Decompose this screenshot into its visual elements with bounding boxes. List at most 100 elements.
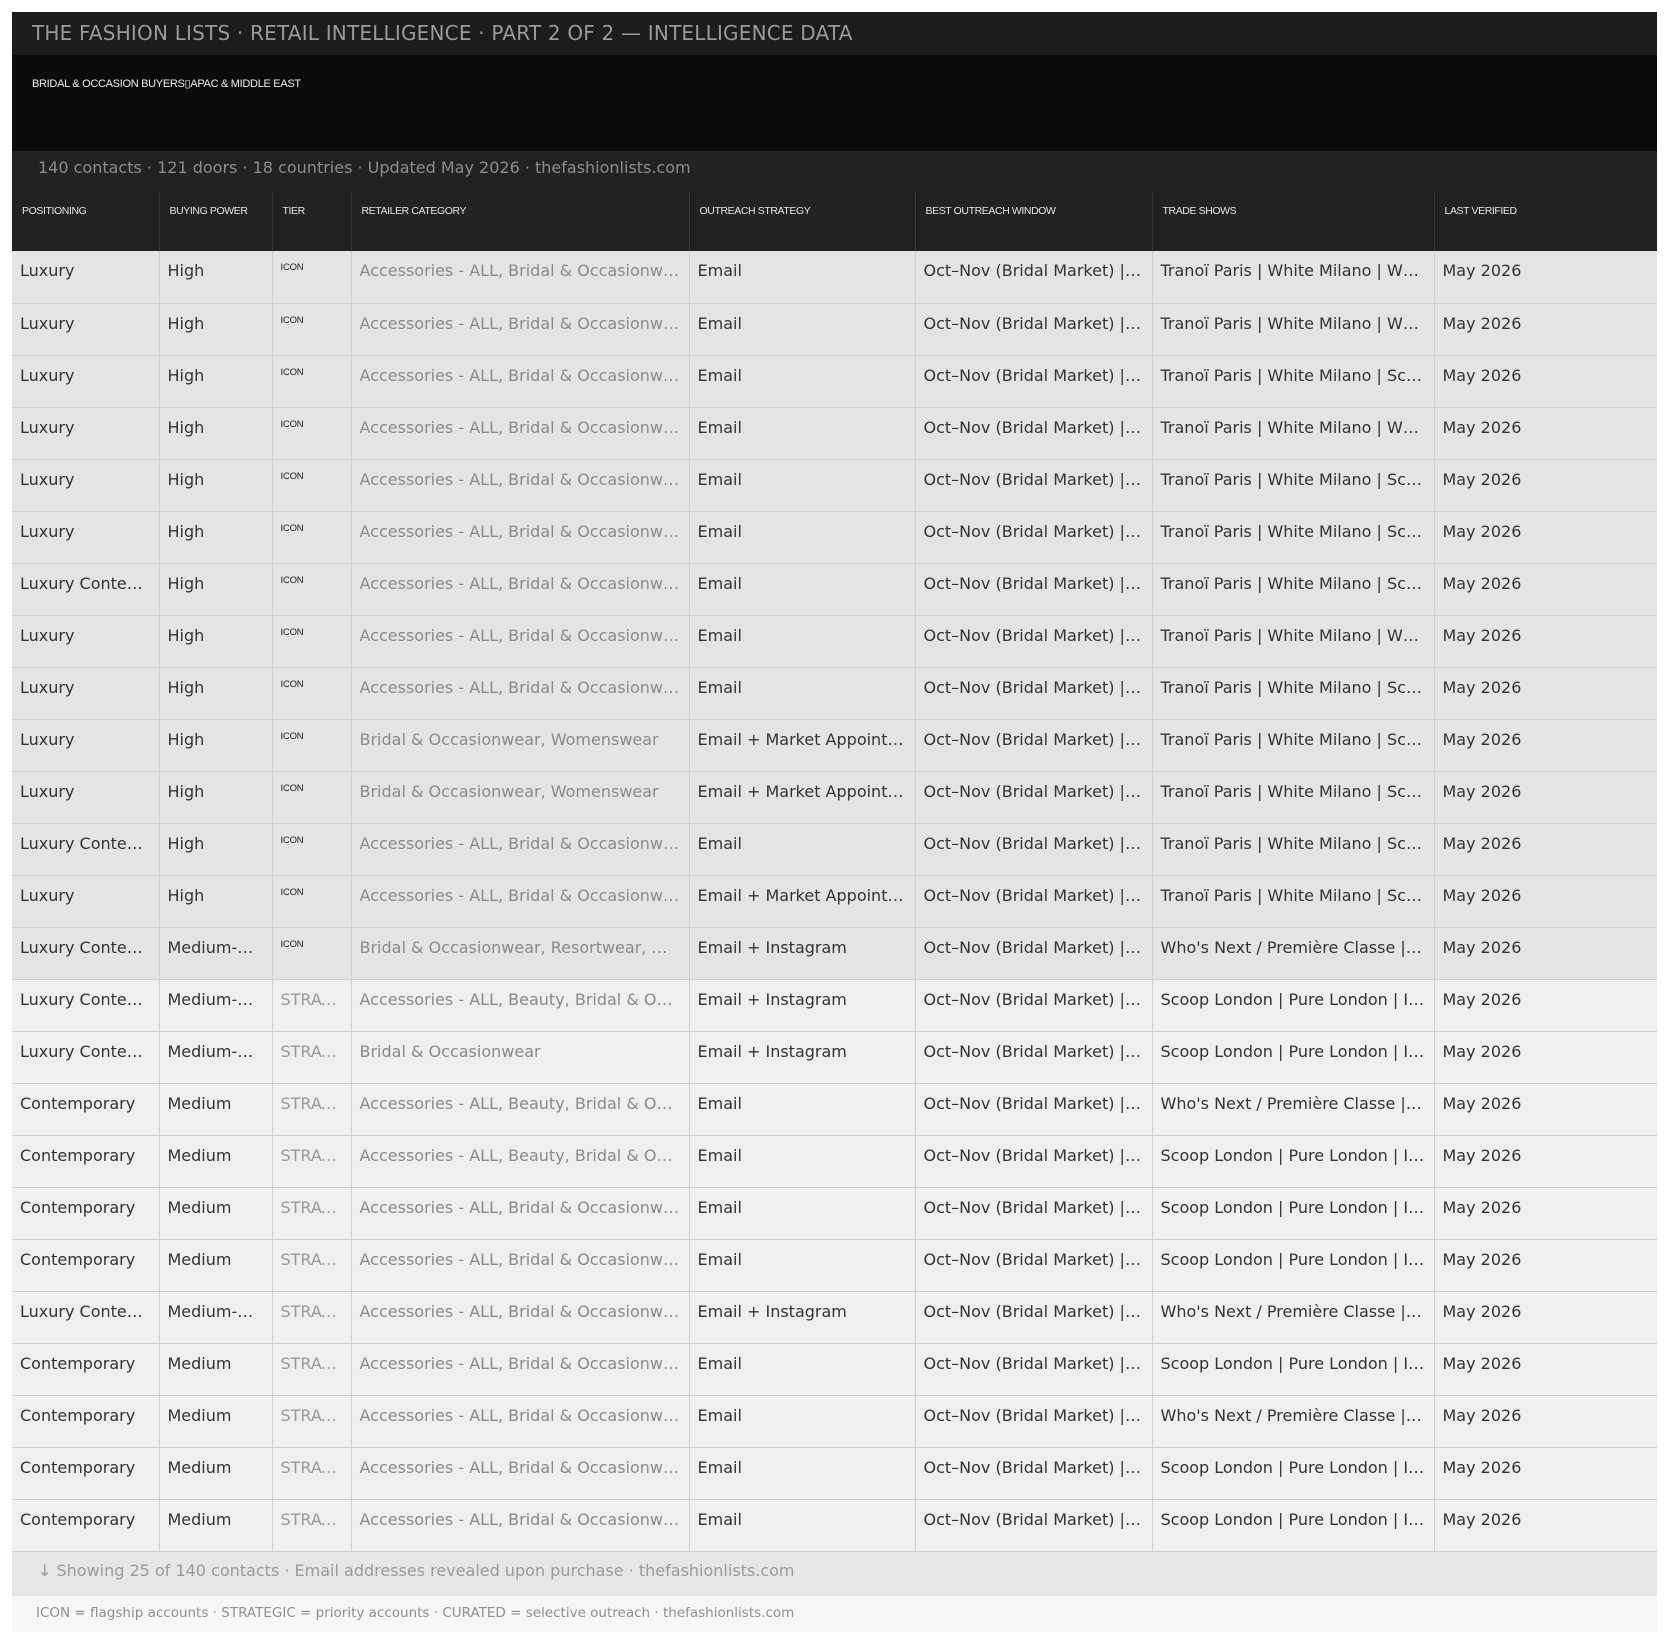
banner: BRIDAL & OCCASION BUYERS▯APAC & MIDDLE E… bbox=[12, 55, 1657, 151]
tier-cell: STRATEGIC bbox=[272, 1239, 352, 1292]
outreach-strategy-cell: Email + Market Appointment bbox=[689, 875, 916, 928]
outreach-window-cell: Oct–Nov (Bridal Market) | Apr–May bbox=[915, 1083, 1153, 1136]
column-header-buying-power[interactable]: BUYING POWER bbox=[159, 191, 273, 251]
outreach-strategy-cell: Email bbox=[689, 511, 916, 564]
column-header-outreach-strategy[interactable]: OUTREACH STRATEGY bbox=[689, 191, 916, 251]
outreach-strategy-cell: Email bbox=[689, 667, 916, 720]
retailer-category-cell: Accessories - ALL, Bridal & Occasionwear… bbox=[351, 1395, 690, 1448]
last-verified-cell: May 2026 bbox=[1434, 1343, 1657, 1396]
retailer-category-cell: Accessories - ALL, Bridal & Occasionwear… bbox=[351, 1499, 690, 1552]
table-row[interactable]: ContemporaryMediumSTRATEGICAccessories -… bbox=[12, 1239, 1657, 1292]
table-row[interactable]: Luxury ContemporaryMedium-HighICONBridal… bbox=[12, 927, 1657, 980]
buying-power-cell: Medium bbox=[159, 1135, 273, 1188]
table-row[interactable]: Luxury High ICON Accessories - ALL, Bridal … bbox=[12, 667, 1657, 720]
table-row[interactable]: ContemporaryMediumSTRATEGICAccessories -… bbox=[12, 1499, 1657, 1552]
column-header-trade-shows[interactable]: TRADE SHOWS bbox=[1152, 191, 1435, 251]
outreach-window-cell: Oct–Nov (Bridal Market) | Apr–May bbox=[915, 875, 1153, 928]
table-row[interactable]: Luxury ContemporaryMedium-HighSTRATEGICB… bbox=[12, 1031, 1657, 1084]
outreach-strategy-cell: Email bbox=[689, 1447, 916, 1500]
table-row[interactable]: ContemporaryMediumSTRATEGICAccessories -… bbox=[12, 1135, 1657, 1188]
table-row[interactable]: Luxury ContemporaryHighICONAccessories -… bbox=[12, 823, 1657, 876]
trade-shows-cell: Scoop London | Pure London | Interfilier… bbox=[1152, 1499, 1435, 1552]
buying-power-cell: Medium bbox=[159, 1447, 273, 1500]
table-row[interactable]: Luxury High ICON Accessories - ALL, Bridal … bbox=[12, 407, 1657, 460]
trade-shows-cell: Who's Next / Première Classe | CPHFW bbox=[1152, 1395, 1435, 1448]
table-row[interactable]: ContemporaryMediumSTRATEGICAccessories -… bbox=[12, 1447, 1657, 1500]
table-row[interactable]: Luxury ContemporaryHighICONAccessories -… bbox=[12, 563, 1657, 616]
positioning-cell: Luxury bbox=[12, 875, 160, 928]
buying-power-cell: High bbox=[159, 251, 273, 304]
table-row[interactable]: ContemporaryMediumSTRATEGICAccessories -… bbox=[12, 1395, 1657, 1448]
column-header-last-verified[interactable]: LAST VERIFIED bbox=[1434, 191, 1657, 251]
outreach-window-cell: Oct–Nov (Bridal Market) | Apr–May bbox=[915, 1395, 1153, 1448]
table-row[interactable]: Luxury High ICON Accessories - ALL, Bridal … bbox=[12, 303, 1657, 356]
positioning-cell: Contemporary bbox=[12, 1239, 160, 1292]
positioning-cell: Luxury bbox=[12, 355, 160, 408]
tier-cell: STRATEGIC bbox=[272, 1343, 352, 1396]
table-row[interactable]: Luxury High ICON Accessories - ALL, Bridal … bbox=[12, 615, 1657, 668]
tier-cell: ICON bbox=[272, 927, 352, 980]
buying-power-cell: Medium-High bbox=[159, 1031, 273, 1084]
table-row[interactable]: Luxury ContemporaryMedium-HighSTRATEGICA… bbox=[12, 979, 1657, 1032]
retailer-category-cell: Accessories - ALL, Bridal & Occasionwear… bbox=[351, 615, 690, 668]
retailer-category-cell: Accessories - ALL, Bridal & Occasionwear… bbox=[351, 1447, 690, 1500]
buying-power-cell: High bbox=[159, 719, 273, 772]
positioning-cell: Contemporary bbox=[12, 1135, 160, 1188]
last-verified-cell: May 2026 bbox=[1434, 927, 1657, 980]
showing-count-text: ↓ Showing 25 of 140 contacts · Email add… bbox=[38, 1560, 795, 1580]
outreach-window-cell: Oct–Nov (Bridal Market) | Apr–May bbox=[915, 355, 1153, 408]
trade-shows-cell: Scoop London | Pure London | Interfilier… bbox=[1152, 1447, 1435, 1500]
column-header-best-outreach-window[interactable]: BEST OUTREACH WINDOW bbox=[915, 191, 1153, 251]
table-row[interactable]: ContemporaryMediumSTRATEGICAccessories -… bbox=[12, 1343, 1657, 1396]
positioning-cell: Contemporary bbox=[12, 1395, 160, 1448]
trade-shows-cell: Tranoï Paris | White Milano | Scoop Lond… bbox=[1152, 719, 1435, 772]
table-header-row: POSITIONING BUYING POWER TIER RETAILER C… bbox=[12, 191, 1657, 251]
retailer-category-cell: Bridal & Occasionwear, Resortwear, Women… bbox=[351, 927, 690, 980]
outreach-strategy-cell: Email bbox=[689, 251, 916, 304]
table-row[interactable]: Luxury ContemporaryMedium-HighSTRATEGICA… bbox=[12, 1291, 1657, 1344]
table-row[interactable]: Luxury High ICON Bridal & Occasionwear, Wom… bbox=[12, 771, 1657, 824]
trade-shows-cell: Tranoï Paris | White Milano | Scoop Lond… bbox=[1152, 667, 1435, 720]
outreach-window-cell: Oct–Nov (Bridal Market) | Apr–May bbox=[915, 1239, 1153, 1292]
table-row[interactable]: Luxury High ICON Accessories - ALL, Bridal … bbox=[12, 875, 1657, 928]
outreach-window-cell: Oct–Nov (Bridal Market) | Apr–May bbox=[915, 511, 1153, 564]
tier-cell: STRATEGIC bbox=[272, 1447, 352, 1500]
positioning-cell: Luxury bbox=[12, 459, 160, 512]
column-header-retailer-category[interactable]: RETAILER CATEGORY bbox=[351, 191, 690, 251]
buying-power-cell: Medium-High bbox=[159, 979, 273, 1032]
positioning-cell: Luxury Contemporary bbox=[12, 927, 160, 980]
table-row[interactable]: Luxury High ICON Accessories - ALL, Bridal … bbox=[12, 511, 1657, 564]
tier-cell: ICON bbox=[272, 563, 352, 616]
trade-shows-cell: Tranoï Paris | White Milano | Who's Next bbox=[1152, 303, 1435, 356]
outreach-strategy-cell: Email + Market Appointment bbox=[689, 719, 916, 772]
outreach-strategy-cell: Email bbox=[689, 355, 916, 408]
preview-footer: ↓ Showing 25 of 140 contacts · Email add… bbox=[12, 1551, 1657, 1596]
trade-shows-cell: Tranoï Paris | White Milano | Scoop Lond… bbox=[1152, 875, 1435, 928]
table-row[interactable]: ContemporaryMediumSTRATEGICAccessories -… bbox=[12, 1083, 1657, 1136]
tier-cell: STRATEGIC bbox=[272, 1187, 352, 1240]
buying-power-cell: High bbox=[159, 615, 273, 668]
buying-power-cell: High bbox=[159, 563, 273, 616]
column-header-positioning[interactable]: POSITIONING bbox=[12, 191, 160, 251]
tier-legend: ICON = flagship accounts · STRATEGIC = p… bbox=[12, 1595, 1657, 1632]
retailer-category-cell: Accessories - ALL, Bridal & Occasionwear… bbox=[351, 1187, 690, 1240]
table-row[interactable]: ContemporaryMediumSTRATEGICAccessories -… bbox=[12, 1187, 1657, 1240]
table-body: Luxury High ICON Accessories - ALL, Bridal … bbox=[12, 251, 1657, 1552]
column-header-tier[interactable]: TIER bbox=[272, 191, 352, 251]
last-verified-cell: May 2026 bbox=[1434, 511, 1657, 564]
buying-power-cell: Medium bbox=[159, 1083, 273, 1136]
tier-cell: STRATEGIC bbox=[272, 1031, 352, 1084]
retailer-category-cell: Accessories - ALL, Beauty, Bridal & Occa… bbox=[351, 1083, 690, 1136]
buying-power-cell: High bbox=[159, 459, 273, 512]
retailer-category-cell: Accessories - ALL, Bridal & Occasionwear… bbox=[351, 251, 690, 304]
table-row[interactable]: Luxury High ICON Bridal & Occasionwear, Wom… bbox=[12, 719, 1657, 772]
table-row[interactable]: Luxury High ICON Accessories - ALL, Bridal … bbox=[12, 355, 1657, 408]
table-row[interactable]: Luxury High ICON Accessories - ALL, Bridal … bbox=[12, 251, 1657, 304]
table-row[interactable]: Luxury High ICON Accessories - ALL, Bridal … bbox=[12, 459, 1657, 512]
buying-power-cell: High bbox=[159, 823, 273, 876]
outreach-window-cell: Oct–Nov (Bridal Market) | Apr–May bbox=[915, 1187, 1153, 1240]
buying-power-cell: Medium bbox=[159, 1343, 273, 1396]
buying-power-cell: High bbox=[159, 407, 273, 460]
trade-shows-cell: Tranoï Paris | White Milano | Scoop Lond… bbox=[1152, 355, 1435, 408]
outreach-strategy-cell: Email bbox=[689, 1239, 916, 1292]
